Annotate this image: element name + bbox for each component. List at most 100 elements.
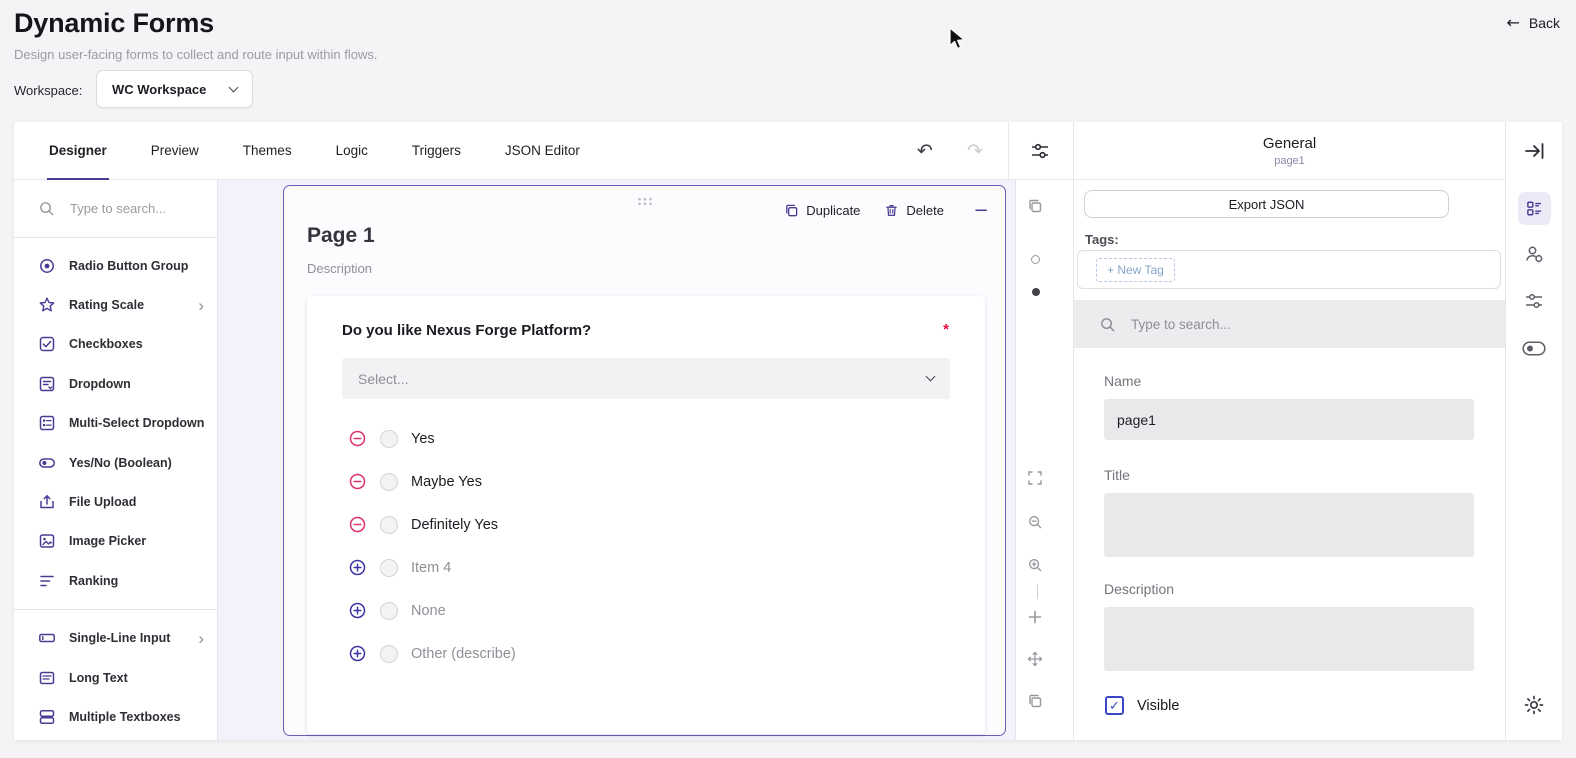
choice-label[interactable]: None bbox=[411, 603, 446, 619]
visible-label: Visible bbox=[1137, 698, 1179, 714]
chevron-right-icon[interactable]: › bbox=[198, 630, 204, 647]
zoom-out-icon[interactable] bbox=[1027, 514, 1043, 530]
collapse-page-button[interactable]: − bbox=[970, 200, 992, 221]
name-label: Name bbox=[1104, 373, 1141, 389]
question-title[interactable]: Do you like Nexus Forge Platform? bbox=[342, 322, 591, 339]
toolbox-item-label: File Upload bbox=[69, 495, 136, 509]
title-input[interactable] bbox=[1104, 493, 1474, 557]
tab-toggles[interactable] bbox=[1522, 341, 1546, 356]
tab-logic[interactable]: Logic bbox=[314, 122, 390, 179]
copy-icon[interactable] bbox=[1027, 198, 1043, 214]
required-marker: * bbox=[943, 321, 949, 338]
tab-triggers[interactable]: Triggers bbox=[390, 122, 483, 179]
toolbox-item-long-text[interactable]: Long Text bbox=[14, 658, 217, 697]
visible-checkbox[interactable]: ✓ bbox=[1105, 696, 1124, 715]
toolbox-item-file-upload[interactable]: File Upload bbox=[14, 482, 217, 521]
toolbox-item-ranking[interactable]: Ranking bbox=[14, 561, 217, 600]
property-panel-subtitle: page1 bbox=[1074, 155, 1505, 167]
toolbox-item-dropdown[interactable]: Dropdown bbox=[14, 364, 217, 403]
title-label: Title bbox=[1104, 467, 1130, 483]
page-dot-icon[interactable] bbox=[1031, 255, 1040, 264]
chevron-down-icon bbox=[229, 82, 239, 92]
back-arrow-icon: ← bbox=[1506, 13, 1519, 32]
choice-label[interactable]: Yes bbox=[411, 431, 435, 447]
add-icon[interactable] bbox=[1027, 609, 1043, 625]
name-input[interactable] bbox=[1104, 399, 1474, 440]
settings-gear-icon bbox=[1522, 693, 1546, 717]
choice-label[interactable]: Other (describe) bbox=[411, 646, 516, 662]
question-select[interactable]: Select... bbox=[342, 358, 950, 399]
toolbox-item-rating-scale[interactable]: Rating Scale › bbox=[14, 285, 217, 324]
choice-row: Definitely Yes bbox=[307, 503, 985, 546]
toolbox-search-input[interactable] bbox=[68, 200, 178, 217]
tab-question-settings[interactable] bbox=[1523, 243, 1545, 265]
single-line-input-icon bbox=[38, 629, 56, 647]
workspace-select[interactable]: WC Workspace bbox=[96, 70, 253, 108]
settings-button[interactable] bbox=[1522, 693, 1546, 717]
add-choice-icon[interactable] bbox=[349, 602, 366, 619]
ranking-icon bbox=[38, 572, 56, 590]
drag-handle-icon[interactable] bbox=[636, 197, 653, 206]
choice-label[interactable]: Definitely Yes bbox=[411, 517, 498, 533]
radio-option[interactable] bbox=[380, 602, 398, 620]
remove-choice-icon[interactable] bbox=[349, 516, 366, 533]
tab-themes[interactable]: Themes bbox=[221, 122, 314, 179]
move-icon[interactable] bbox=[1027, 651, 1043, 667]
page-dot-current-icon[interactable] bbox=[1032, 288, 1040, 296]
question-card[interactable]: Do you like Nexus Forge Platform? * Sele… bbox=[307, 296, 985, 734]
tab-property-grid[interactable] bbox=[1518, 192, 1551, 225]
add-choice-icon[interactable] bbox=[349, 645, 366, 662]
page-name[interactable]: Page 1 bbox=[307, 224, 375, 248]
toolbox-item-image-picker[interactable]: Image Picker bbox=[14, 522, 217, 561]
radio-option[interactable] bbox=[380, 430, 398, 448]
description-input[interactable] bbox=[1104, 607, 1474, 671]
fit-page-icon[interactable] bbox=[1027, 470, 1043, 486]
toolbox: Radio Button Group Rating Scale › Checkb… bbox=[14, 180, 218, 740]
toolbox-item-multi-select-dropdown[interactable]: Multi-Select Dropdown bbox=[14, 404, 217, 443]
collapse-panel-button[interactable] bbox=[1522, 139, 1546, 163]
delete-page-button[interactable]: Delete bbox=[884, 203, 944, 218]
tab-designer[interactable]: Designer bbox=[27, 122, 129, 179]
radio-option[interactable] bbox=[380, 473, 398, 491]
add-choice-icon[interactable] bbox=[349, 559, 366, 576]
remove-choice-icon[interactable] bbox=[349, 430, 366, 447]
toolbox-item-single-line-input[interactable]: Single-Line Input › bbox=[14, 619, 217, 658]
radio-option[interactable] bbox=[380, 559, 398, 577]
toolbox-item-boolean[interactable]: Yes/No (Boolean) bbox=[14, 443, 217, 482]
property-search-input[interactable] bbox=[1129, 316, 1349, 333]
back-button[interactable]: ← Back bbox=[1506, 13, 1560, 32]
chevron-right-icon[interactable]: › bbox=[198, 297, 204, 314]
duplicate-icon[interactable] bbox=[1027, 693, 1043, 709]
choice-label[interactable]: Maybe Yes bbox=[411, 474, 482, 490]
page-card[interactable]: Duplicate Delete − Page 1 Description Do… bbox=[283, 185, 1006, 736]
view-settings-button[interactable] bbox=[1027, 138, 1053, 164]
zoom-in-icon[interactable] bbox=[1027, 557, 1043, 573]
sliders-icon bbox=[1029, 140, 1051, 162]
export-json-button[interactable]: Export JSON bbox=[1084, 190, 1449, 218]
new-tag-button[interactable]: + New Tag bbox=[1096, 258, 1175, 282]
duplicate-page-button[interactable]: Duplicate bbox=[784, 203, 860, 218]
choice-label[interactable]: Item 4 bbox=[411, 560, 451, 576]
toolbox-item-checkboxes[interactable]: Checkboxes bbox=[14, 325, 217, 364]
choice-row: Maybe Yes bbox=[307, 460, 985, 503]
toolbox-item-radio-button-group[interactable]: Radio Button Group bbox=[14, 246, 217, 285]
radio-option[interactable] bbox=[380, 645, 398, 663]
search-icon bbox=[38, 200, 55, 217]
workspace-label: Workspace: bbox=[14, 83, 82, 98]
remove-choice-icon[interactable] bbox=[349, 473, 366, 490]
tags-container[interactable]: + New Tag bbox=[1077, 250, 1501, 289]
undo-icon: ↶ bbox=[917, 140, 933, 162]
redo-button[interactable]: ↷ bbox=[961, 137, 989, 165]
undo-button[interactable]: ↶ bbox=[911, 137, 939, 165]
back-label: Back bbox=[1529, 15, 1560, 31]
radio-option[interactable] bbox=[380, 516, 398, 534]
tab-preview[interactable]: Preview bbox=[129, 122, 221, 179]
page-description-placeholder[interactable]: Description bbox=[307, 261, 372, 276]
toolbox-item-label: Single-Line Input bbox=[69, 631, 170, 645]
toolbox-divider bbox=[14, 609, 217, 610]
tab-adjustments[interactable] bbox=[1523, 290, 1545, 312]
multiple-textboxes-icon bbox=[38, 708, 56, 726]
search-icon bbox=[1099, 316, 1116, 333]
tab-json-editor[interactable]: JSON Editor bbox=[483, 122, 602, 179]
toolbox-item-multiple-textboxes[interactable]: Multiple Textboxes bbox=[14, 697, 217, 736]
